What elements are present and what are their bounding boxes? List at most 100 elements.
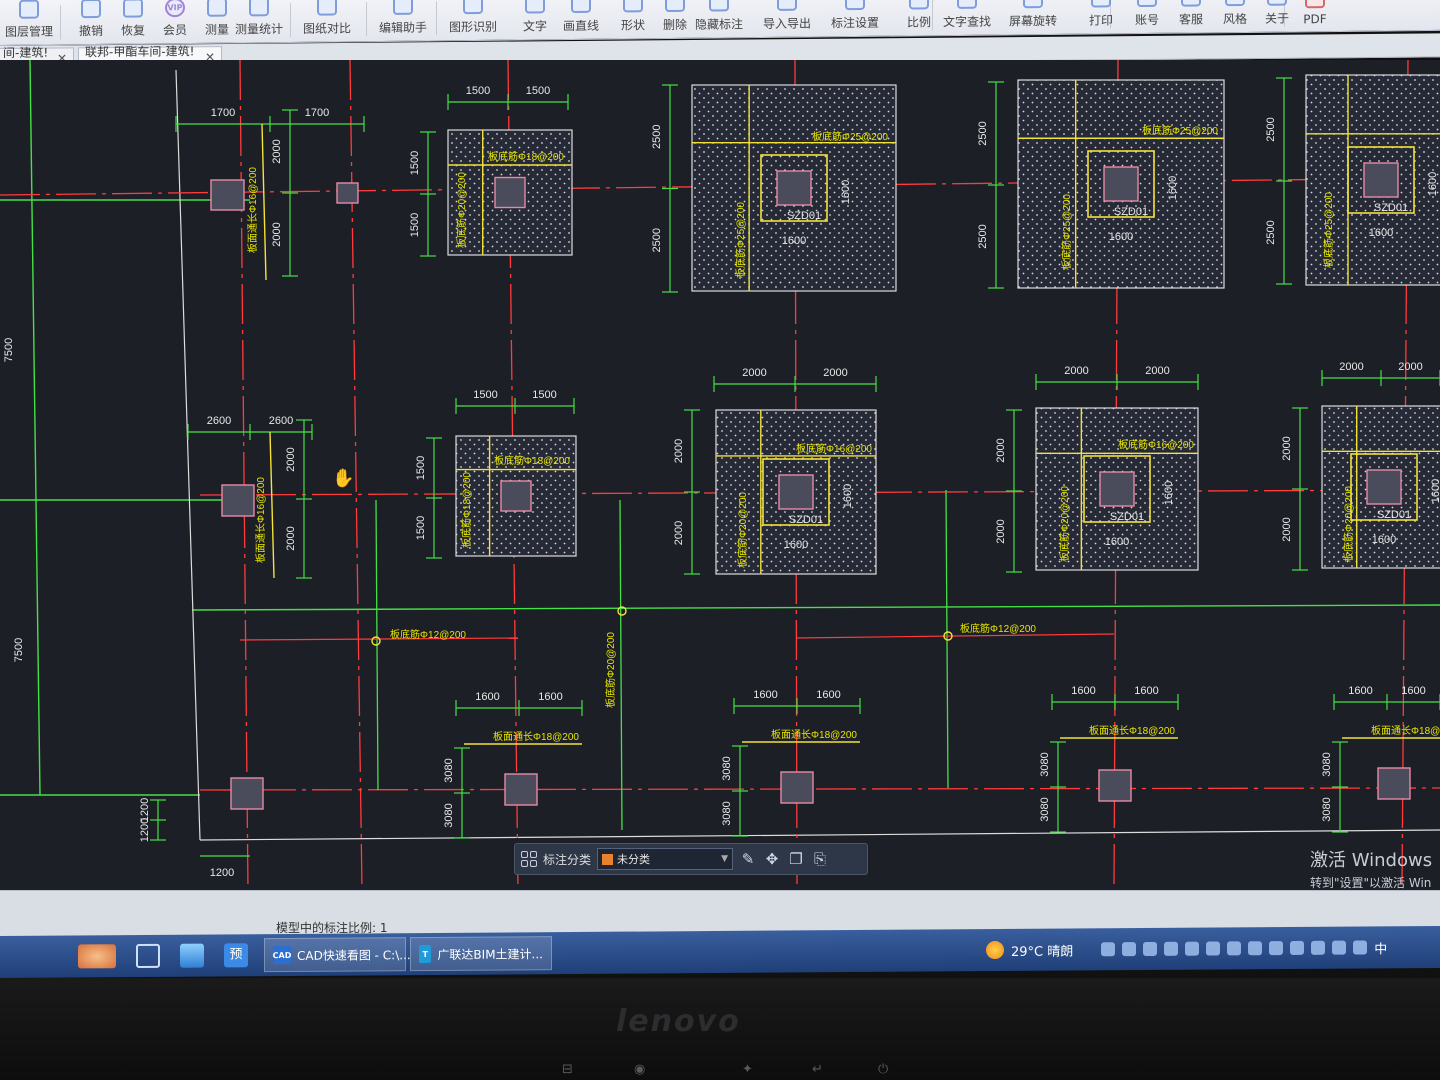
beam-line [619,499,623,831]
rebar-label: 板底筋Φ18@200 [460,472,473,548]
weather-text[interactable]: 29°C 晴朗 [1011,940,1073,959]
column-mark: SZD01 [1110,511,1144,523]
network-icon[interactable] [1290,940,1305,955]
column [1103,166,1139,202]
dim-label: 1500 [415,456,427,480]
edit-icon[interactable]: ✎ [739,850,757,868]
task-view-icon[interactable] [136,943,160,969]
cloud-tray-icon[interactable] [1206,941,1221,956]
rebar-label: 板底筋Φ18@200 [488,150,564,163]
dim-label: 2000 [673,439,685,463]
toolbar-button-label: 导入导出 [762,16,811,32]
toolbar-button-edit-helper[interactable]: 编辑助手 [374,0,432,42]
dim-label: 3080 [1039,752,1051,776]
rebar-label: 板底筋Φ16@200 [1118,438,1194,451]
dim-label: 1600 [1430,479,1440,503]
dim-label: 2000 [995,438,1007,462]
toolbar-button-recognize[interactable]: 图形识别 [444,0,502,41]
preview-app-icon[interactable]: 预 [224,943,248,968]
toolbar-button-rotate-screen[interactable]: 屏幕旋转 [1004,0,1062,35]
display-icon[interactable] [1332,940,1347,955]
volume-icon[interactable] [1269,941,1284,956]
column [778,474,814,510]
dim-label: 1500 [466,85,490,97]
grid-icon[interactable] [521,851,537,867]
sync-tray-icon[interactable] [1248,941,1263,956]
auto-button-icon: ✦ [742,1062,753,1077]
input-button-icon: ⊟ [562,1062,573,1077]
noodle-icon[interactable] [78,944,116,969]
toolbar-button-measure-stats[interactable]: 测量统计 [230,0,288,44]
about-icon [1267,0,1287,6]
dim-label: 2000 [1339,361,1363,373]
toolbar-button-label: 风格 [1222,11,1247,27]
copy-icon[interactable]: ❐ [787,850,805,868]
move-icon[interactable]: ✥ [763,850,781,868]
shield-tray-icon[interactable] [1164,941,1179,956]
toolbar-button-pdf[interactable]: PDF [1286,0,1344,33]
cad-drawing: 1500 1500 1500 1500 板底筋Φ18@200 板底筋Φ20@200 SZD0… [0,60,1440,890]
rebar-label: 板面通长Φ18@200 [1089,724,1175,737]
toolbar-button-annotation-settings[interactable]: 标注设置 [826,0,884,37]
computer-icon[interactable] [180,943,204,968]
toolbar-button-label: 标注设置 [830,15,879,31]
dim-label: 7500 [13,638,25,662]
dim-label: 1600 [1348,685,1372,697]
rebar-label: 板底筋Φ12@200 [960,622,1036,635]
undo-icon [81,0,101,19]
steam-tray-icon[interactable] [1143,941,1158,957]
import-export-icon [777,0,797,11]
toolbar-button-label: 图纸对比 [302,21,351,36]
toolbar-button-hide-annotation[interactable]: 隐藏标注 [690,0,748,39]
dim-label: 1500 [409,213,421,237]
wps-tray-icon[interactable] [1122,942,1137,957]
security-icon[interactable] [1311,940,1326,955]
mode-button-icon: ◉ [634,1062,646,1077]
dim-label: 2000 [823,367,847,379]
notification-icon[interactable] [1353,940,1368,955]
toolbar-button-line[interactable]: 画直线 [552,0,610,40]
chevron-down-icon: ▼ [721,854,729,864]
rebar-label: 板面通长Φ18@200 [771,728,857,741]
dim-label: 2000 [271,222,283,246]
dim-label: 1200 [210,867,234,879]
app-tray-icon[interactable] [1185,941,1200,956]
rebar-label: 板底筋Φ20@200 [1342,486,1355,562]
column [500,480,532,512]
weather-icon[interactable] [986,940,1004,960]
annotation-category-select[interactable]: 未分类 ▼ [597,848,734,870]
taskbar-app-cad[interactable]: CAD CAD快速看图 - C:\... [264,937,411,973]
dim-label: 1600 [1134,685,1158,697]
delete-icon [665,0,685,13]
windows-activation-watermark: 激活 Windows 转到"设置"以激活 Win [1310,846,1432,891]
toolbar-button-import-export[interactable]: 导入导出 [758,0,816,38]
toolbar-button-text-search[interactable]: 文字查找 [938,0,996,36]
dim-label: 2500 [651,125,663,149]
chat-tray-icon[interactable] [1227,941,1242,956]
dim-label: 1600 [1105,536,1129,548]
column [336,182,359,204]
wall-line [29,60,41,796]
toolbar-button-label: 恢复 [120,23,145,38]
column [1098,769,1132,802]
paste-icon[interactable]: ⎘ [811,850,829,868]
rebar-label: 板面通长Φ18@200 [1371,724,1440,737]
watermark-line-2: 转到"设置"以激活 Win [1310,876,1432,890]
dim-label: 7500 [3,338,15,362]
browser-tray-icon[interactable] [1101,942,1116,957]
toolbar-button-label: 形状 [620,18,645,33]
taskbar-app-glodon[interactable]: T 广联达BIM土建计... [410,936,552,972]
toolbar-button-layers[interactable]: 图层管理 [0,0,58,46]
rebar-label: 板底筋Φ25@200 [1322,192,1335,268]
dim-label: 1500 [473,389,497,401]
drawing-canvas[interactable]: 1500 1500 1500 1500 板底筋Φ18@200 板底筋Φ20@200 SZD0… [0,60,1440,890]
toolbar-separator [366,2,367,37]
column [1366,469,1402,505]
toolbar-button-label: 撤销 [78,23,103,39]
column [221,484,255,517]
column [1377,767,1411,800]
ime-indicator[interactable]: 中 [1374,938,1387,957]
toolbar-button-compare[interactable]: 图纸对比 [298,0,356,43]
dim-label: 1500 [409,151,421,175]
text-search-icon [957,0,977,9]
